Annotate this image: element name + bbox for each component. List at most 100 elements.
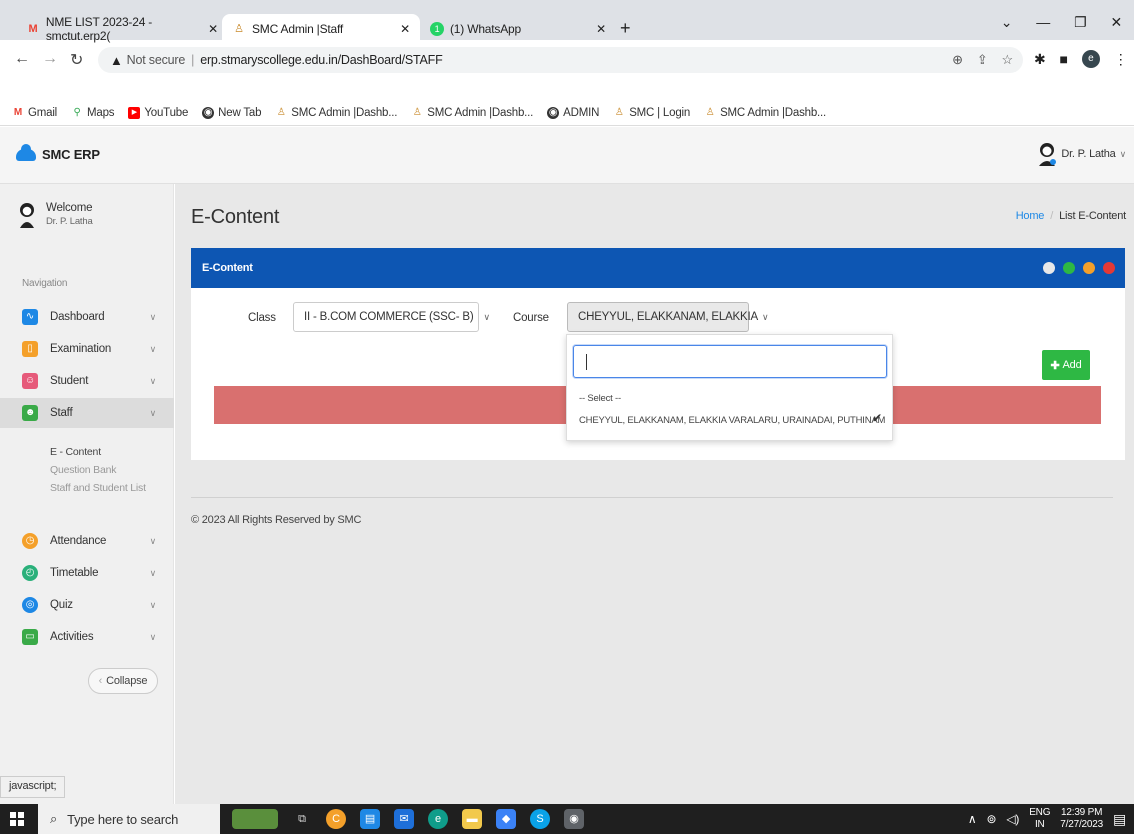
bookmark-smc-dashboard[interactable]: ♙ SMC Admin |Dashb... — [411, 106, 534, 119]
tab-nme-list[interactable]: M NME LIST 2023-24 - smctut.erp2( ✕ — [16, 14, 228, 44]
bookmark-admin[interactable]: ◉ ADMIN — [547, 106, 599, 119]
search-placeholder: Type here to search — [67, 811, 179, 827]
bookmark-label: SMC Admin |Dashb... — [720, 106, 826, 119]
skype-icon[interactable]: S — [530, 809, 550, 829]
taskbar-search[interactable]: ⌕ Type here to search — [38, 804, 220, 834]
course-select[interactable]: CHEYYUL, ELAKKANAM, ELAKKIA ∨ — [567, 302, 769, 332]
smc-icon: ♙ — [614, 106, 624, 118]
tab-whatsapp[interactable]: 1 (1) WhatsApp ✕ — [420, 14, 616, 44]
app-logo[interactable]: SMC ERP — [16, 143, 100, 162]
bookmark-label: SMC Admin |Dashb... — [427, 106, 534, 119]
bookmark-gmail[interactable]: M Gmail — [12, 107, 57, 119]
warning-icon[interactable]: ▲ — [110, 53, 123, 68]
sidebar-item-attendance[interactable]: ◷ Attendance ∨ — [0, 526, 174, 556]
sidebar-subitem-staff-student-list[interactable]: Staff and Student List — [50, 482, 146, 494]
share-icon[interactable]: ⇪ — [977, 52, 988, 68]
close-icon[interactable]: ✕ — [596, 22, 606, 36]
sidebar-item-timetable[interactable]: ◴ Timetable ∨ — [0, 558, 174, 588]
language-indicator[interactable]: ENG IN — [1029, 807, 1050, 831]
dropdown-option-selected[interactable]: CHEYYUL, ELAKKANAM, ELAKKIA VARALARU, UR… — [579, 415, 885, 426]
weather-icon[interactable] — [232, 809, 278, 829]
sidebar-item-quiz[interactable]: ◎ Quiz ∨ — [0, 590, 174, 620]
store-icon[interactable]: ▤ — [360, 809, 380, 829]
app-header: SMC ERP Dr. P. Latha ∨ — [0, 127, 1134, 184]
tab-search-icon[interactable]: ⌄ — [1001, 14, 1013, 31]
add-button[interactable]: ✚ Add — [1042, 350, 1090, 380]
chevron-up-icon[interactable]: ∧ — [968, 812, 977, 826]
user-menu[interactable]: Dr. P. Latha ∨ — [1037, 142, 1126, 166]
new-tab-button[interactable]: + — [620, 18, 631, 39]
profile-avatar[interactable]: e — [1081, 50, 1100, 68]
windows-start-icon[interactable] — [10, 812, 24, 826]
edge-icon[interactable]: e — [428, 809, 448, 829]
notification-icon[interactable]: ▤ — [1113, 811, 1126, 828]
chevron-left-icon: ‹ — [98, 675, 103, 687]
page-title: E-Content — [191, 206, 280, 228]
sidebar-subitem-question-bank[interactable]: Question Bank — [50, 464, 116, 476]
network-icon[interactable]: ⊚ — [987, 812, 997, 826]
collapse-button[interactable]: ‹ Collapse — [88, 668, 158, 694]
close-icon[interactable]: ✕ — [400, 22, 410, 36]
bookmark-star-icon[interactable]: ☆ — [1002, 52, 1014, 68]
breadcrumb: Home / List E-Content — [1016, 210, 1127, 222]
reload-icon[interactable]: ↻ — [70, 50, 83, 70]
sidebar-item-student[interactable]: ☺ Student ∨ — [0, 366, 174, 396]
tab-title: NME LIST 2023-24 - smctut.erp2( — [45, 15, 153, 43]
restore-icon[interactable]: ❐ — [1074, 14, 1087, 31]
sidebar-item-staff[interactable]: ☻ Staff ∨ — [0, 398, 174, 428]
sidebar-item-label: Quiz — [50, 599, 73, 611]
address-bar-row: ← → ↻ ▲ Not secure | erp.stmaryscollege.… — [0, 44, 1134, 76]
course-dropdown-menu: -- Select -- CHEYYUL, ELAKKANAM, ELAKKIA… — [566, 334, 893, 441]
sidepanel-icon[interactable]: ■ — [1060, 51, 1068, 67]
bookmark-maps[interactable]: ⚲ Maps — [71, 107, 114, 119]
sidebar-subitem-e-content[interactable]: E - Content — [50, 446, 101, 458]
class-select[interactable]: II - B.COM COMMERCE (SSC- B) ∨ — [293, 302, 490, 332]
file-explorer-icon[interactable]: ▬ — [462, 809, 482, 829]
bookmark-smc-dashboard[interactable]: ♙ SMC Admin |Dashb... — [275, 107, 398, 119]
settings-icon[interactable] — [1043, 262, 1055, 274]
minimize-icon[interactable]: — — [1036, 14, 1050, 31]
zoom-icon[interactable]: ⊕ — [952, 52, 963, 68]
collapse-label: Collapse — [106, 675, 148, 687]
whatsapp-icon: 1 — [430, 22, 444, 36]
clock[interactable]: 12:39 PM 7/27/2023 — [1060, 807, 1103, 831]
cc-icon[interactable]: C — [326, 809, 346, 829]
task-view-icon[interactable]: ⧉ — [292, 809, 312, 829]
speaker-icon[interactable]: ◁) — [1006, 812, 1019, 826]
bookmark-new-tab[interactable]: ◉ New Tab — [202, 106, 261, 119]
lang-secondary: IN — [1034, 819, 1045, 830]
refresh-icon[interactable] — [1063, 262, 1075, 274]
sidebar-item-dashboard[interactable]: ∿ Dashboard ∨ — [0, 302, 174, 332]
app-icon[interactable]: ◆ — [496, 809, 516, 829]
close-icon[interactable]: ✕ — [208, 22, 218, 36]
close-window-icon[interactable]: ✕ — [1110, 14, 1122, 31]
card-tools — [1043, 262, 1115, 274]
chevron-down-icon: ∨ — [149, 567, 157, 578]
forward-icon[interactable]: → — [42, 50, 58, 68]
dropdown-search-input[interactable] — [573, 345, 887, 378]
mail-icon[interactable]: ✉ — [394, 809, 414, 829]
chrome-icon[interactable]: ◉ — [564, 809, 584, 829]
tab-smc-admin-staff[interactable]: ♙ SMC Admin |Staff ✕ — [222, 14, 420, 44]
menu-icon[interactable]: ⋮ — [1114, 51, 1128, 68]
sidebar-item-examination[interactable]: ▯ Examination ∨ — [0, 334, 174, 364]
sidebar-item-activities[interactable]: ▭ Activities ∨ — [0, 622, 174, 652]
clock-time: 12:39 PM — [1061, 807, 1103, 818]
bookmark-smc-login[interactable]: ♙ SMC | Login — [613, 107, 690, 119]
nav-heading: Navigation — [22, 278, 68, 289]
breadcrumb-home[interactable]: Home — [1016, 210, 1045, 222]
student-icon: ☺ — [22, 373, 38, 389]
dropdown-option[interactable]: -- Select -- — [579, 393, 621, 404]
url-bar[interactable]: ▲ Not secure | erp.stmaryscollege.edu.in… — [98, 47, 1023, 73]
extensions-icon[interactable]: ✱ — [1034, 51, 1046, 68]
user-name: Dr. P. Latha — [1061, 148, 1116, 160]
divider: | — [191, 53, 195, 67]
bookmark-smc-dashboard[interactable]: ♙ SMC Admin |Dashb... — [704, 106, 827, 119]
card-title: E-Content — [202, 262, 253, 274]
close-icon[interactable] — [1103, 262, 1115, 274]
minimize-icon[interactable] — [1083, 262, 1095, 274]
bookmark-youtube[interactable]: ▶ YouTube — [128, 106, 188, 119]
quiz-icon: ◎ — [22, 597, 38, 613]
back-icon[interactable]: ← — [14, 50, 30, 68]
welcome-text: Welcome — [46, 202, 93, 214]
